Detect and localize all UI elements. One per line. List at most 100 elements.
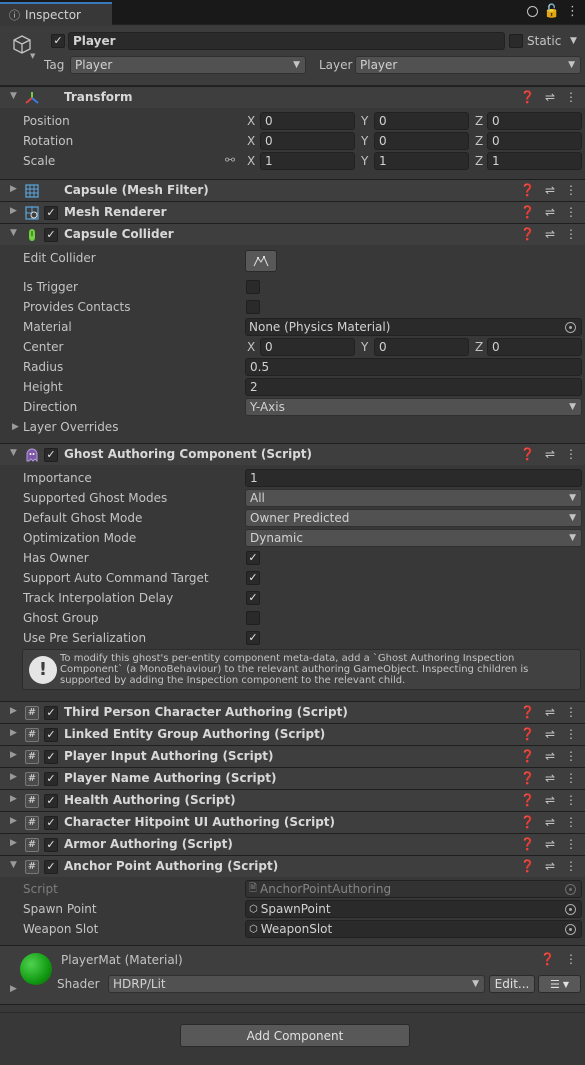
foldout-collapsed-icon[interactable]: ▶ xyxy=(10,772,17,782)
help-icon[interactable]: ❓ xyxy=(520,793,535,807)
enabled-checkbox[interactable]: ✓ xyxy=(44,706,58,720)
ghost-group-checkbox[interactable] xyxy=(246,611,260,625)
foldout-collapsed-icon[interactable]: ▶ xyxy=(10,816,17,826)
direction-dropdown[interactable]: Y-Axis ▼ xyxy=(245,398,582,416)
center-x-field[interactable]: 0 xyxy=(260,338,355,356)
foldout-expanded-icon[interactable]: ▼ xyxy=(10,860,17,870)
foldout-collapsed-icon[interactable]: ▶ xyxy=(10,838,17,848)
hitpoint-ui-header[interactable]: ▶ # ✓ Character Hitpoint UI Authoring (S… xyxy=(0,811,585,833)
rotation-y-field[interactable]: 0 xyxy=(374,132,469,150)
presets-icon[interactable]: ⇌ xyxy=(545,727,555,741)
foldout-collapsed-icon[interactable]: ▶ xyxy=(10,794,17,804)
material-object-field[interactable]: None (Physics Material) xyxy=(245,318,582,336)
edit-collider-button[interactable] xyxy=(245,250,277,272)
object-picker-icon[interactable] xyxy=(565,322,576,333)
help-icon[interactable]: ❓ xyxy=(520,815,535,829)
help-icon[interactable]: ❓ xyxy=(520,205,535,219)
material-preview[interactable] xyxy=(20,953,52,985)
foldout-expanded-icon[interactable]: ▼ xyxy=(10,91,17,101)
context-menu-icon[interactable]: ⋮ xyxy=(565,705,577,719)
more-menu-icon[interactable]: ⋮ xyxy=(566,4,579,19)
enabled-checkbox[interactable]: ✓ xyxy=(44,772,58,786)
context-menu-icon[interactable]: ⋮ xyxy=(565,837,577,851)
help-icon[interactable]: ❓ xyxy=(520,705,535,719)
layer-dropdown[interactable]: Player ▼ xyxy=(355,56,581,74)
help-icon[interactable]: ❓ xyxy=(520,227,535,241)
scale-z-field[interactable]: 1 xyxy=(487,152,582,170)
help-icon[interactable]: ❓ xyxy=(520,837,535,851)
player-input-header[interactable]: ▶ # ✓ Player Input Authoring (Script) ❓ ⇌… xyxy=(0,745,585,767)
default-ghost-mode-dropdown[interactable]: Owner Predicted ▼ xyxy=(245,509,582,527)
spawn-point-field[interactable]: ⬡ SpawnPoint xyxy=(245,900,582,918)
layer-overrides-foldout-icon[interactable]: ▶ xyxy=(12,422,19,432)
help-icon[interactable]: ❓ xyxy=(520,183,535,197)
help-icon[interactable]: ❓ xyxy=(520,90,535,104)
tag-dropdown[interactable]: Player ▼ xyxy=(70,56,306,74)
has-owner-checkbox[interactable]: ✓ xyxy=(246,551,260,565)
height-field[interactable]: 2 xyxy=(245,378,582,396)
presets-icon[interactable]: ⇌ xyxy=(545,183,555,197)
object-picker-icon[interactable] xyxy=(565,904,576,915)
presets-icon[interactable]: ⇌ xyxy=(545,837,555,851)
context-menu-icon[interactable]: ⋮ xyxy=(565,727,577,741)
transform-header[interactable]: ▼ Transform ❓ ⇌ ⋮ xyxy=(0,86,585,108)
material-help-icon[interactable]: ❓ xyxy=(540,952,555,966)
context-menu-icon[interactable]: ⋮ xyxy=(565,183,577,197)
rotation-z-field[interactable]: 0 xyxy=(487,132,582,150)
foldout-collapsed-icon[interactable]: ▶ xyxy=(10,750,17,760)
ghost-authoring-header[interactable]: ▼ ✓ Ghost Authoring Component (Script) ❓… xyxy=(0,443,585,465)
weapon-slot-field[interactable]: ⬡ WeaponSlot xyxy=(245,920,582,938)
radius-field[interactable]: 0.5 xyxy=(245,358,582,376)
player-name-header[interactable]: ▶ # ✓ Player Name Authoring (Script) ❓ ⇌ ⋮ xyxy=(0,767,585,789)
context-menu-icon[interactable]: ⋮ xyxy=(565,859,577,873)
lock-icon[interactable]: 🔓 xyxy=(544,4,560,19)
icon-dropdown-arrow[interactable]: ▼ xyxy=(30,52,35,60)
center-y-field[interactable]: 0 xyxy=(374,338,469,356)
rotation-x-field[interactable]: 0 xyxy=(260,132,355,150)
position-y-field[interactable]: 0 xyxy=(374,112,469,130)
active-checkbox[interactable]: ✓ xyxy=(51,34,65,48)
enabled-checkbox[interactable]: ✓ xyxy=(44,794,58,808)
context-menu-icon[interactable]: ⋮ xyxy=(565,205,577,219)
presets-icon[interactable]: ⇌ xyxy=(545,705,555,719)
foldout-collapsed-icon[interactable]: ▶ xyxy=(10,728,17,738)
mesh-renderer-header[interactable]: ▶ ✓ Mesh Renderer ❓ ⇌ ⋮ xyxy=(0,201,585,223)
static-checkbox[interactable] xyxy=(509,34,523,48)
context-menu-icon[interactable]: ⋮ xyxy=(565,227,577,241)
context-menu-icon[interactable]: ⋮ xyxy=(565,749,577,763)
context-menu-icon[interactable]: ⋮ xyxy=(565,771,577,785)
presets-icon[interactable]: ⇌ xyxy=(545,90,555,104)
static-dropdown-arrow[interactable]: ▼ xyxy=(570,36,577,46)
enabled-checkbox[interactable]: ✓ xyxy=(44,816,58,830)
enabled-checkbox[interactable]: ✓ xyxy=(44,838,58,852)
context-menu-icon[interactable]: ⋮ xyxy=(565,793,577,807)
help-icon[interactable]: ❓ xyxy=(520,859,535,873)
health-authoring-header[interactable]: ▶ # ✓ Health Authoring (Script) ❓ ⇌ ⋮ xyxy=(0,789,585,811)
help-icon[interactable]: ❓ xyxy=(520,727,535,741)
scale-x-field[interactable]: 1 xyxy=(260,152,355,170)
object-picker-icon[interactable] xyxy=(565,924,576,935)
shader-options-button[interactable]: ☰ ▼ xyxy=(538,975,581,993)
presets-icon[interactable]: ⇌ xyxy=(545,227,555,241)
enabled-checkbox[interactable]: ✓ xyxy=(44,206,58,220)
foldout-expanded-icon[interactable]: ▼ xyxy=(10,448,17,458)
provides-contacts-checkbox[interactable] xyxy=(246,300,260,314)
debug-mode-icon[interactable] xyxy=(526,6,538,17)
object-name-field[interactable]: Player xyxy=(68,32,505,50)
supported-ghost-modes-dropdown[interactable]: All ▼ xyxy=(245,489,582,507)
scale-y-field[interactable]: 1 xyxy=(374,152,469,170)
optimization-mode-dropdown[interactable]: Dynamic ▼ xyxy=(245,529,582,547)
tab-inspector[interactable]: ⓘ Inspector xyxy=(0,2,112,25)
anchor-point-header[interactable]: ▼ # ✓ Anchor Point Authoring (Script) ❓ ⇌… xyxy=(0,855,585,877)
linked-entity-group-header[interactable]: ▶ # ✓ Linked Entity Group Authoring (Scr… xyxy=(0,723,585,745)
foldout-collapsed-icon[interactable]: ▶ xyxy=(10,184,17,194)
enabled-checkbox[interactable]: ✓ xyxy=(44,750,58,764)
shader-dropdown[interactable]: HDRP/Lit ▼ xyxy=(108,975,485,993)
presets-icon[interactable]: ⇌ xyxy=(545,205,555,219)
shader-edit-button[interactable]: Edit... xyxy=(489,975,535,993)
presets-icon[interactable]: ⇌ xyxy=(545,749,555,763)
presets-icon[interactable]: ⇌ xyxy=(545,793,555,807)
third-person-authoring-header[interactable]: ▶ # ✓ Third Person Character Authoring (… xyxy=(0,701,585,723)
track-interpolation-checkbox[interactable]: ✓ xyxy=(246,591,260,605)
material-context-menu-icon[interactable]: ⋮ xyxy=(565,952,577,966)
